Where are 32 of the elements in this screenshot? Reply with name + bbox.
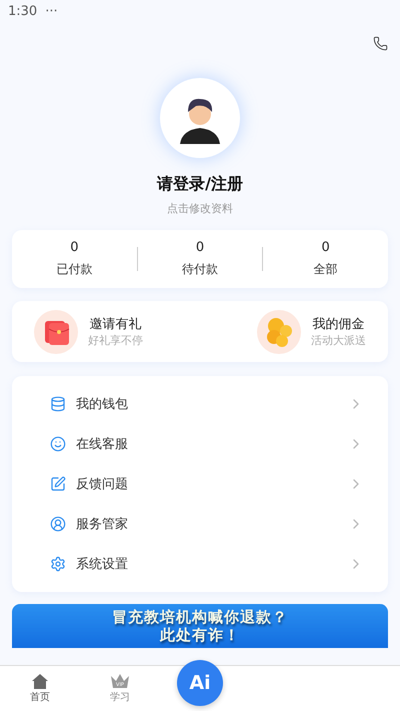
menu-item[interactable]: 我的钱包 [76,395,338,413]
user-icon [50,516,66,532]
menu-item[interactable]: 系统设置 [76,555,338,573]
settings-icon [50,556,66,572]
menu-item[interactable]: 在线客服 [76,435,338,453]
tab-item[interactable]: 首页 [0,673,80,704]
stat-label[interactable]: 已付款 [56,261,92,278]
smiley-icon [50,436,66,452]
stat-count[interactable]: 0 [322,240,330,255]
login-title[interactable]: 请登录/注册 [157,174,243,195]
database-icon [50,396,66,412]
warning-banner[interactable]: 冒充教培机构喊你退款？ 此处有诈！ [12,604,388,648]
promo-subtitle: 好礼享不停 [88,333,143,348]
menu-item[interactable]: 服务管家 [76,515,338,533]
edit-icon [50,476,66,492]
banner-text: 冒充教培机构喊你退款？ [112,608,288,626]
home-icon [31,673,49,690]
stat-count[interactable]: 0 [70,240,78,255]
promo-subtitle: 活动大派送 [311,333,366,348]
menu-item[interactable]: 反馈问题 [76,475,338,493]
banner-text: 此处有诈！ [160,626,240,644]
promo-title[interactable]: 邀请有礼 [90,315,142,333]
status-time: 1:30 [8,4,38,18]
stat-label[interactable]: 全部 [314,261,338,278]
stat-label[interactable]: 待付款 [182,261,218,278]
promo-title[interactable]: 我的佣金 [312,315,364,333]
stat-count[interactable]: 0 [196,240,204,255]
envelope-icon [34,310,78,354]
ai-button[interactable]: Ai [177,660,223,706]
phone-icon[interactable] [373,36,388,51]
coins-icon [257,310,301,354]
status-dots: ··· [45,4,58,18]
